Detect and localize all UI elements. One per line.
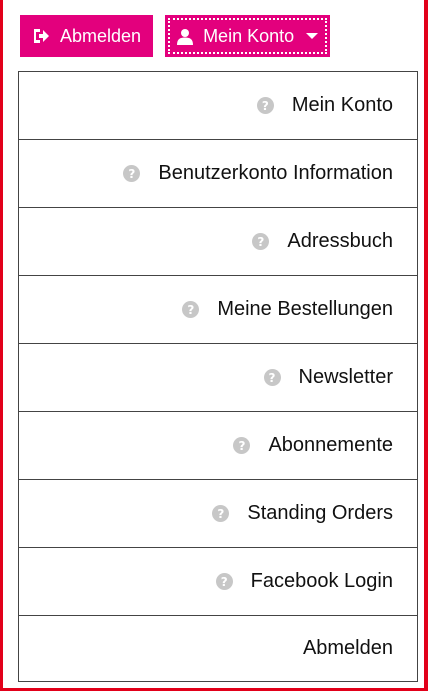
menu-item-label: Benutzerkonto Information [158, 162, 393, 184]
menu-item-adressbuch[interactable]: ? Adressbuch [19, 208, 417, 276]
menu-item-newsletter[interactable]: ? Newsletter [19, 344, 417, 412]
menu-item-abonnemente[interactable]: ? Abonnemente [19, 412, 417, 480]
question-circle-icon: ? [123, 165, 141, 182]
menu-item-label: Mein Konto [291, 94, 393, 116]
question-circle-icon: ? [182, 301, 200, 318]
menu-item-label: Abonnemente [268, 434, 393, 456]
menu-item-label: Meine Bestellungen [217, 298, 393, 320]
question-circle-icon: ? [233, 437, 251, 454]
question-circle-icon: ? [212, 505, 230, 522]
question-circle-icon: ? [263, 369, 281, 386]
header-toolbar: Abmelden Mein Konto [20, 15, 331, 57]
menu-item-abmelden[interactable]: Abmelden [19, 616, 417, 681]
menu-item-standing-orders[interactable]: ? Standing Orders [19, 480, 417, 548]
account-menu-label: Mein Konto [203, 25, 295, 46]
menu-item-label: Abmelden [302, 637, 393, 659]
menu-item-label: Adressbuch [287, 230, 393, 252]
question-circle-icon: ? [252, 233, 270, 250]
account-dropdown-menu: ? Mein Konto ? Benutzerkonto Information… [18, 71, 418, 682]
account-menu-button[interactable]: Mein Konto [165, 15, 331, 57]
menu-item-facebook-login[interactable]: ? Facebook Login [19, 548, 417, 616]
menu-item-meine-bestellungen[interactable]: ? Meine Bestellungen [19, 276, 417, 344]
menu-item-label: Standing Orders [247, 502, 393, 524]
page-edge-right [424, 0, 428, 691]
logout-button-label: Abmelden [60, 25, 142, 46]
menu-item-benutzerkonto-information[interactable]: ? Benutzerkonto Information [19, 140, 417, 208]
menu-item-label: Newsletter [298, 366, 393, 388]
user-icon [177, 28, 194, 45]
sign-out-icon [32, 28, 50, 44]
logout-button[interactable]: Abmelden [20, 15, 154, 57]
menu-item-label: Facebook Login [250, 570, 393, 592]
menu-item-mein-konto[interactable]: ? Mein Konto [19, 72, 417, 140]
caret-down-icon [306, 33, 319, 39]
question-circle-icon: ? [215, 573, 233, 590]
question-circle-icon: ? [256, 97, 274, 114]
